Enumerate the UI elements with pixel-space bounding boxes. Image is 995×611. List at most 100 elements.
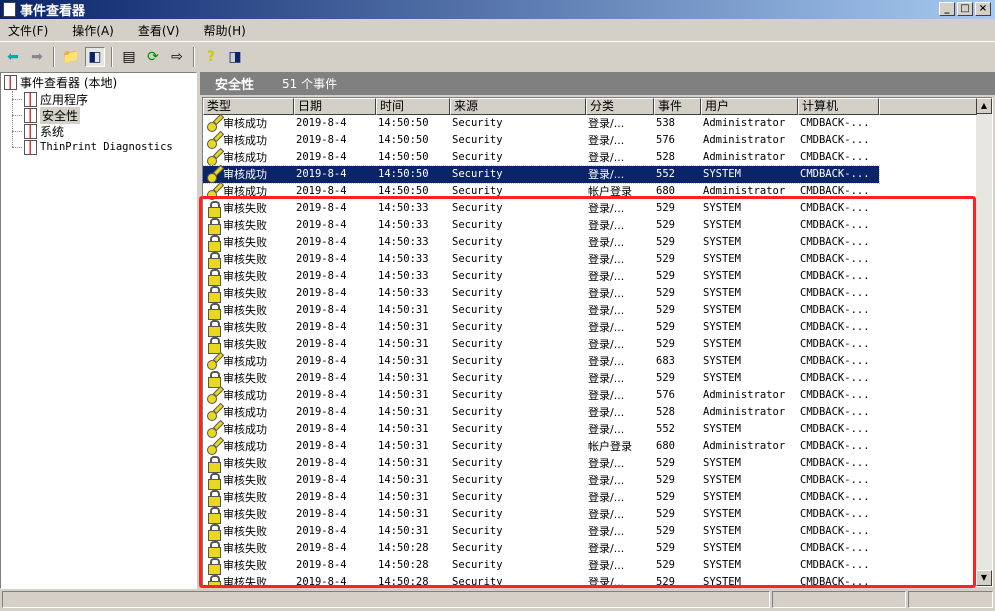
cell-type: 审核失败 bbox=[223, 321, 267, 334]
table-row[interactable]: 审核失败 2019-8-4 14:50:31 Security 登录/... 529 SYS… bbox=[203, 472, 879, 490]
vertical-scrollbar[interactable]: ▲ ▼ bbox=[976, 98, 992, 586]
cell-user: SYSTEM bbox=[703, 253, 741, 265]
cell-user: SYSTEM bbox=[703, 525, 741, 537]
help-icon[interactable]: ? bbox=[201, 47, 221, 67]
event-count: 51 个事件 bbox=[282, 77, 338, 91]
column-header-event[interactable]: 事件 bbox=[654, 98, 701, 115]
column-header-time[interactable]: 时间 bbox=[376, 98, 450, 115]
cell-date: 2019-8-4 bbox=[296, 508, 347, 520]
cell-event: 529 bbox=[656, 542, 675, 554]
cell-category: 登录/... bbox=[588, 151, 625, 164]
tree-item-application[interactable]: 应用程序 bbox=[24, 91, 88, 107]
cell-time: 14:50:31 bbox=[378, 423, 429, 435]
menu-view[interactable]: 查看(V) bbox=[130, 22, 188, 39]
table-row[interactable]: 审核失败 2019-8-4 14:50:33 Security 登录/... 529 SYS… bbox=[203, 217, 879, 235]
table-row[interactable]: 审核成功 2019-8-4 14:50:31 Security 登录/... 683 SYS… bbox=[203, 353, 879, 370]
menu-file[interactable]: 文件(F) bbox=[0, 22, 56, 39]
cell-user: SYSTEM bbox=[703, 338, 741, 350]
cell-user: SYSTEM bbox=[703, 321, 741, 333]
cell-type: 审核成功 bbox=[223, 389, 267, 402]
column-header-type[interactable]: 类型 bbox=[203, 98, 294, 115]
tree-root[interactable]: 事件查看器 (本地) bbox=[4, 74, 117, 90]
tree-item-system[interactable]: 系统 bbox=[24, 123, 64, 139]
cell-user: SYSTEM bbox=[703, 457, 741, 469]
table-row[interactable]: 审核失败 2019-8-4 14:50:28 Security 登录/... 529 SYS… bbox=[203, 540, 879, 558]
menu-action[interactable]: 操作(A) bbox=[64, 22, 122, 39]
app-icon bbox=[3, 2, 16, 17]
lock-icon bbox=[207, 558, 221, 575]
cell-time: 14:50:28 bbox=[378, 542, 429, 554]
cell-type: 审核失败 bbox=[223, 542, 267, 555]
column-header-date[interactable]: 日期 bbox=[294, 98, 376, 115]
event-list: ▲ ▼ 类型 日期 时间 来源 分类 事件 用户 计算机 审核成功 2019-8-4 14:50:5… bbox=[202, 97, 993, 587]
table-row[interactable]: 审核成功 2019-8-4 14:50:50 Security 登录/... 538 Adm… bbox=[203, 115, 879, 132]
column-header-user[interactable]: 用户 bbox=[701, 98, 798, 115]
cell-type: 审核失败 bbox=[223, 576, 267, 587]
maximize-button[interactable]: □ bbox=[957, 2, 973, 16]
table-row[interactable]: 审核成功 2019-8-4 14:50:50 Security 登录/... 576 Adm… bbox=[203, 132, 879, 149]
table-row[interactable]: 审核失败 2019-8-4 14:50:28 Security 登录/... 529 SYS… bbox=[203, 574, 879, 587]
cell-date: 2019-8-4 bbox=[296, 440, 347, 452]
cell-computer: CMDBACK-... bbox=[800, 542, 870, 554]
tree-item-label: ThinPrint Diagnostics bbox=[40, 141, 173, 153]
cell-date: 2019-8-4 bbox=[296, 185, 347, 197]
table-row[interactable]: 审核失败 2019-8-4 14:50:31 Security 登录/... 529 SYS… bbox=[203, 455, 879, 473]
tree-item-security[interactable]: 安全性 bbox=[24, 106, 81, 124]
table-row[interactable]: 审核失败 2019-8-4 14:50:31 Security 登录/... 529 SYS… bbox=[203, 489, 879, 507]
up-folder-icon[interactable]: 📁 bbox=[61, 47, 81, 67]
table-row[interactable]: 审核成功 2019-8-4 14:50:50 Security 登录/... 552 SYS… bbox=[203, 165, 880, 184]
cell-date: 2019-8-4 bbox=[296, 168, 347, 180]
table-row[interactable]: 审核失败 2019-8-4 14:50:31 Security 登录/... 529 SYS… bbox=[203, 506, 879, 524]
back-arrow-icon[interactable]: ⬅ bbox=[3, 47, 23, 67]
table-row[interactable]: 审核失败 2019-8-4 14:50:33 Security 登录/... 529 SYS… bbox=[203, 268, 879, 286]
table-row[interactable]: 审核失败 2019-8-4 14:50:31 Security 登录/... 529 SYS… bbox=[203, 370, 879, 388]
cell-category: 登录/... bbox=[588, 389, 625, 402]
status-panel bbox=[908, 591, 993, 608]
key-icon bbox=[207, 354, 221, 370]
table-row[interactable]: 审核失败 2019-8-4 14:50:31 Security 登录/... 529 SYS… bbox=[203, 302, 879, 320]
table-row[interactable]: 审核失败 2019-8-4 14:50:31 Security 登录/... 529 SYS… bbox=[203, 336, 879, 354]
table-row[interactable]: 审核成功 2019-8-4 14:50:31 Security 登录/... 576 Adm… bbox=[203, 387, 879, 404]
cell-computer: CMDBACK-... bbox=[800, 338, 870, 350]
minimize-button[interactable]: _ bbox=[939, 2, 955, 16]
export-list-icon[interactable]: ⇨ bbox=[167, 47, 187, 67]
table-row[interactable]: 审核失败 2019-8-4 14:50:31 Security 登录/... 529 SYS… bbox=[203, 319, 879, 337]
cell-date: 2019-8-4 bbox=[296, 457, 347, 469]
refresh-icon[interactable]: ⟳ bbox=[143, 47, 163, 67]
table-row[interactable]: 审核成功 2019-8-4 14:50:31 Security 登录/... 552 SYS… bbox=[203, 421, 879, 438]
tree-item-thinprint[interactable]: ThinPrint Diagnostics bbox=[24, 139, 173, 155]
scroll-down-button[interactable]: ▼ bbox=[976, 570, 992, 586]
status-panel bbox=[772, 591, 906, 608]
table-row[interactable]: 审核失败 2019-8-4 14:50:33 Security 登录/... 529 SYS… bbox=[203, 200, 879, 218]
action-pane-icon[interactable]: ◨ bbox=[225, 47, 245, 67]
table-row[interactable]: 审核成功 2019-8-4 14:50:50 Security 帐户登录 680 Admin… bbox=[203, 183, 879, 200]
table-row[interactable]: 审核失败 2019-8-4 14:50:33 Security 登录/... 529 SYS… bbox=[203, 234, 879, 252]
table-row[interactable]: 审核失败 2019-8-4 14:50:33 Security 登录/... 529 SYS… bbox=[203, 251, 879, 269]
properties-icon[interactable]: ▤ bbox=[119, 47, 139, 67]
cell-type: 审核成功 bbox=[223, 168, 267, 181]
table-row[interactable]: 审核失败 2019-8-4 14:50:28 Security 登录/... 529 SYS… bbox=[203, 557, 879, 575]
table-row[interactable]: 审核成功 2019-8-4 14:50:31 Security 帐户登录 680 Admin… bbox=[203, 438, 879, 455]
lock-icon bbox=[207, 473, 221, 490]
cell-user: SYSTEM bbox=[703, 236, 741, 248]
cell-date: 2019-8-4 bbox=[296, 236, 347, 248]
menu-help[interactable]: 帮助(H) bbox=[195, 22, 253, 39]
table-row[interactable]: 审核失败 2019-8-4 14:50:31 Security 登录/... 529 SYS… bbox=[203, 523, 879, 541]
scroll-up-button[interactable]: ▲ bbox=[976, 98, 992, 114]
close-button[interactable]: × bbox=[975, 2, 991, 16]
cell-user: Administrator bbox=[703, 406, 786, 418]
cell-event: 552 bbox=[656, 423, 675, 435]
key-icon bbox=[207, 116, 221, 132]
cell-computer: CMDBACK-... bbox=[800, 117, 870, 129]
column-header-source[interactable]: 来源 bbox=[450, 98, 586, 115]
cell-type: 审核成功 bbox=[223, 440, 267, 453]
show-hide-tree-icon[interactable]: ◧ bbox=[85, 47, 105, 67]
table-row[interactable]: 审核失败 2019-8-4 14:50:33 Security 登录/... 529 SYS… bbox=[203, 285, 879, 303]
column-header-category[interactable]: 分类 bbox=[586, 98, 654, 115]
cell-computer: CMDBACK-... bbox=[800, 491, 870, 503]
table-row[interactable]: 审核成功 2019-8-4 14:50:31 Security 登录/... 528 Adm… bbox=[203, 404, 879, 421]
column-header-computer[interactable]: 计算机 bbox=[798, 98, 879, 115]
cell-user: SYSTEM bbox=[703, 355, 741, 367]
table-row[interactable]: 审核成功 2019-8-4 14:50:50 Security 登录/... 528 Adm… bbox=[203, 149, 879, 166]
forward-arrow-icon[interactable]: ➡ bbox=[27, 47, 47, 67]
